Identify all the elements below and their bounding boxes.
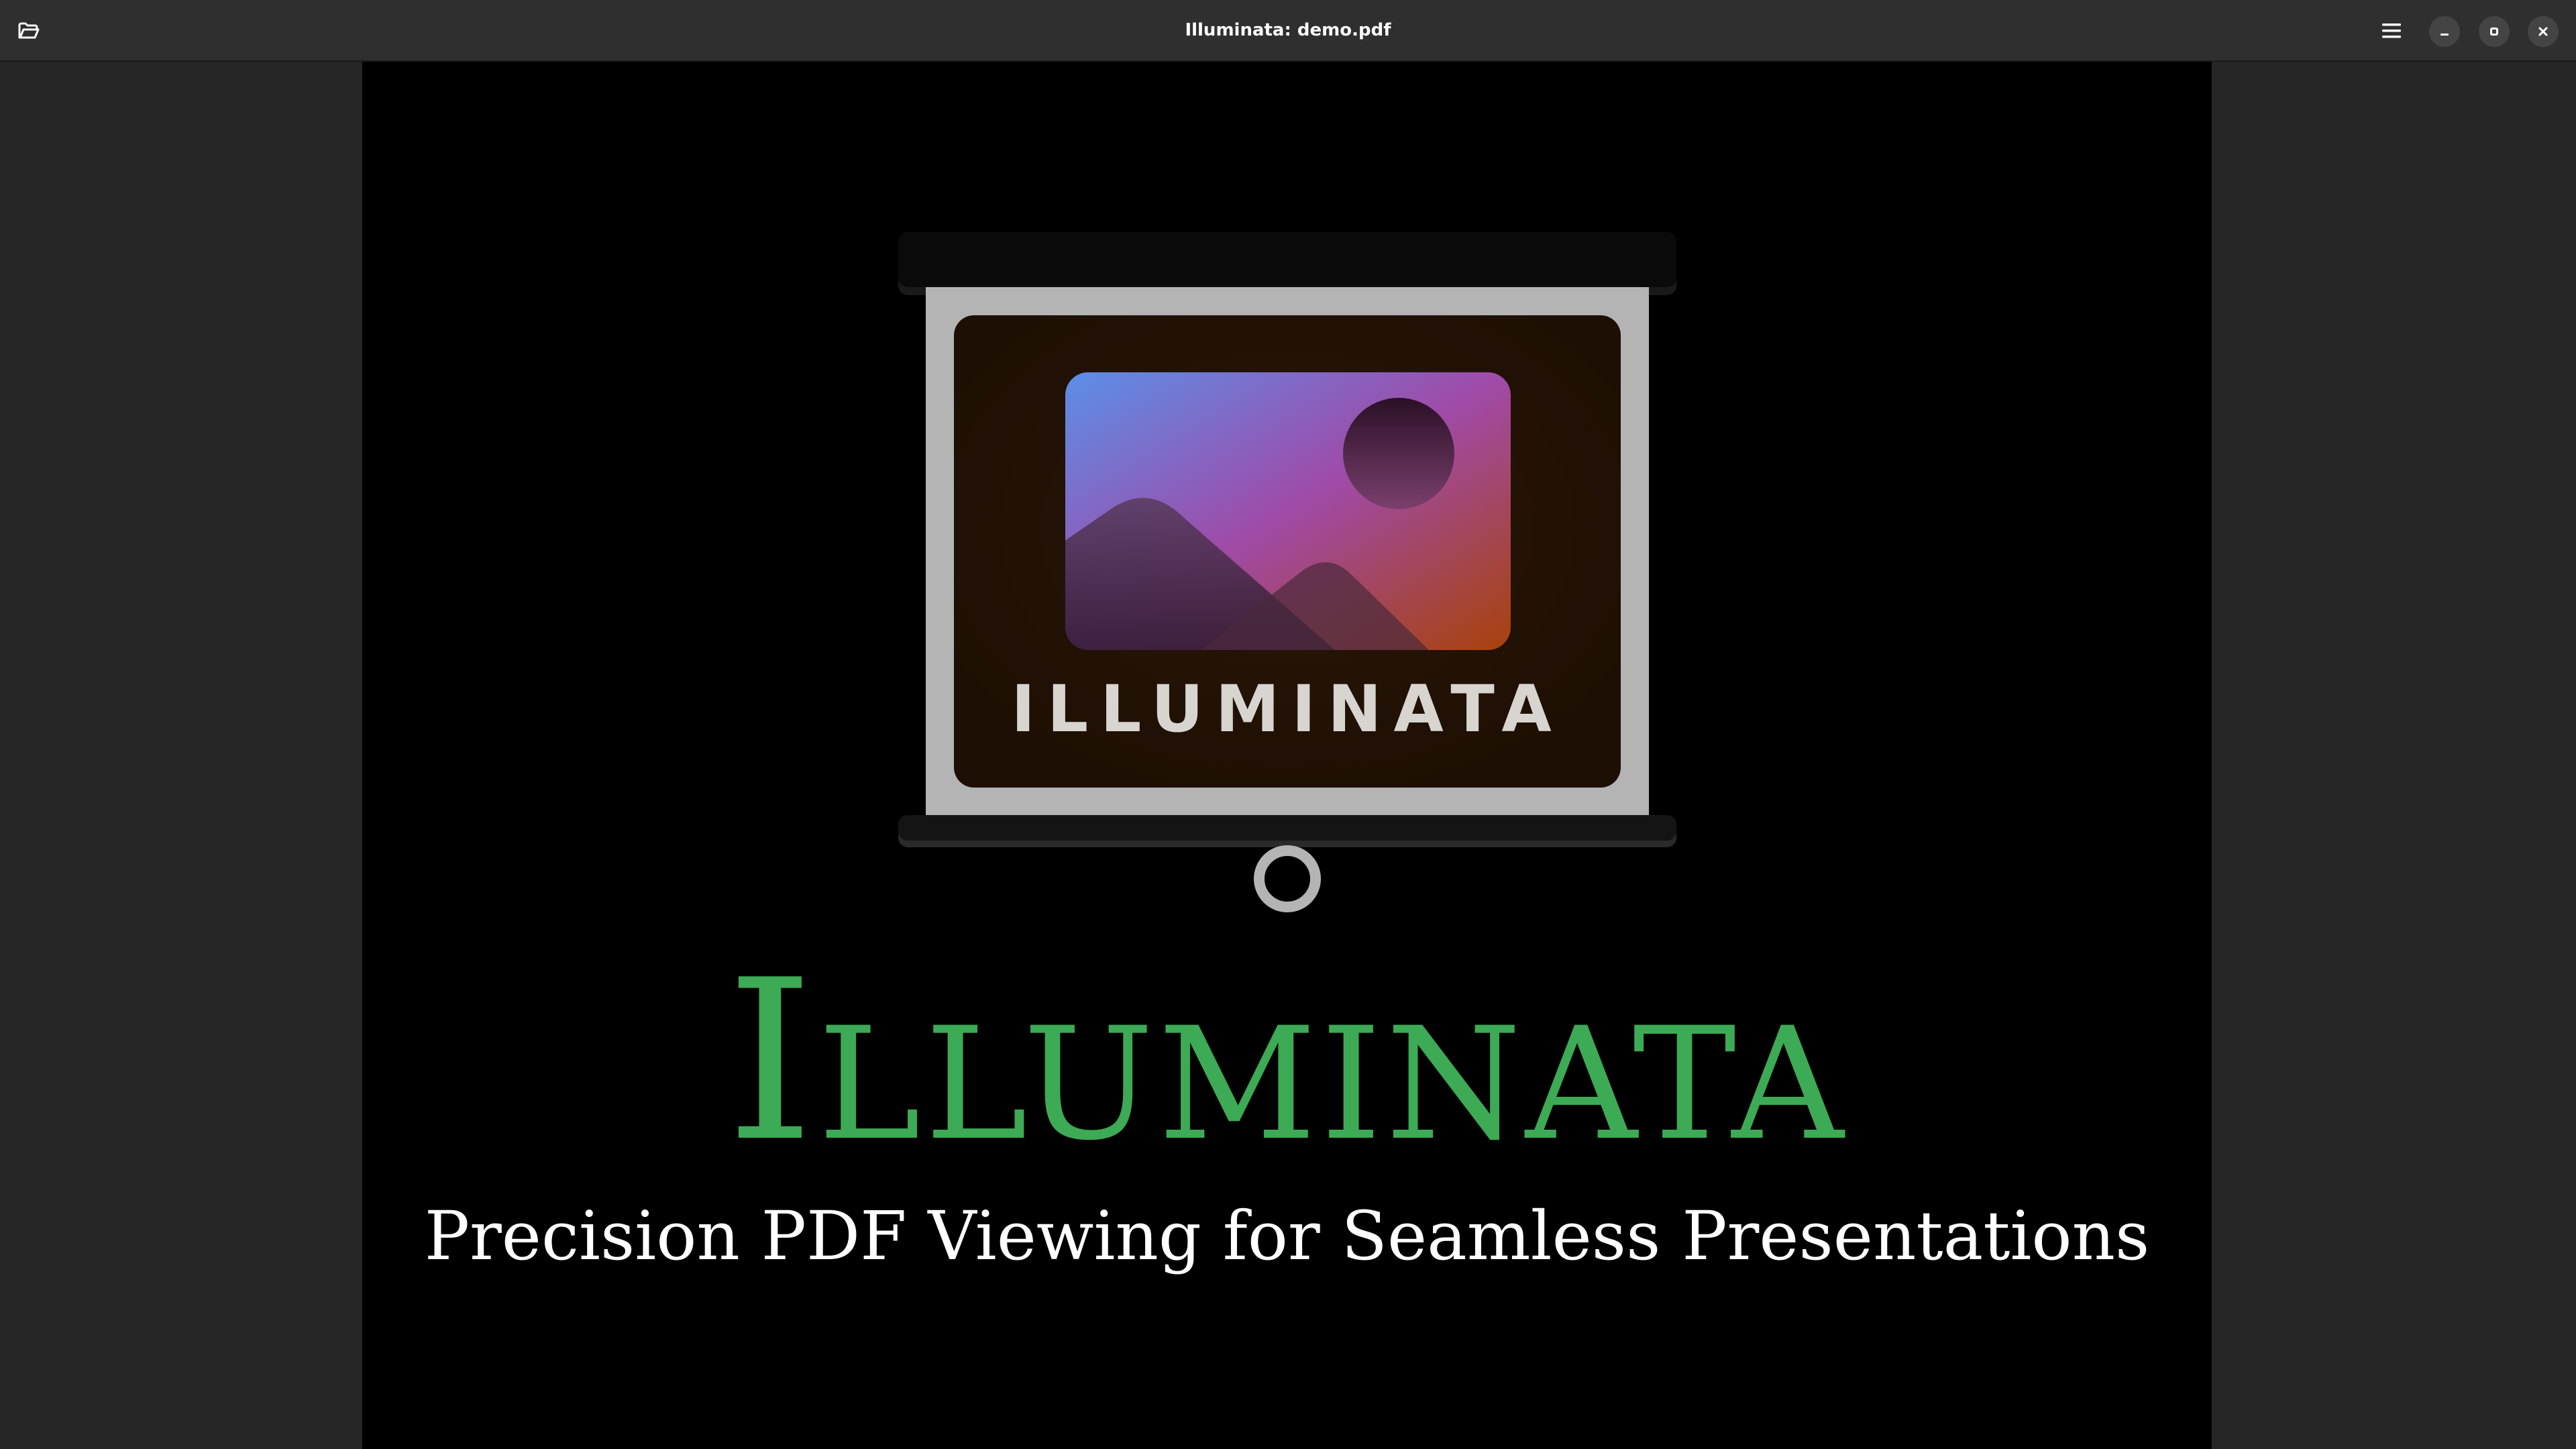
document-viewer[interactable]: ILLUMINATA Illuminata Precision PDF View… bbox=[0, 62, 2576, 1449]
document-subtitle: Precision PDF Viewing for Seamless Prese… bbox=[424, 1197, 2150, 1275]
projector-screen-logo bbox=[898, 232, 1676, 912]
minimize-icon bbox=[2440, 34, 2449, 36]
hamburger-menu-icon bbox=[2382, 23, 2401, 38]
main-menu-button[interactable] bbox=[2372, 11, 2411, 50]
logo-wordmark: ILLUMINATA bbox=[1011, 672, 1564, 747]
window-title: Illuminata: demo.pdf bbox=[1185, 20, 1391, 40]
maximize-button[interactable] bbox=[2479, 16, 2510, 47]
close-button[interactable] bbox=[2528, 16, 2559, 47]
pdf-page: ILLUMINATA Illuminata Precision PDF View… bbox=[362, 62, 2212, 1449]
document-title: Illuminata bbox=[726, 932, 1848, 1190]
minimize-button[interactable] bbox=[2429, 16, 2460, 47]
title-bar: Illuminata: demo.pdf bbox=[0, 0, 2576, 62]
close-icon bbox=[2538, 27, 2548, 36]
maximize-icon bbox=[2490, 28, 2498, 36]
